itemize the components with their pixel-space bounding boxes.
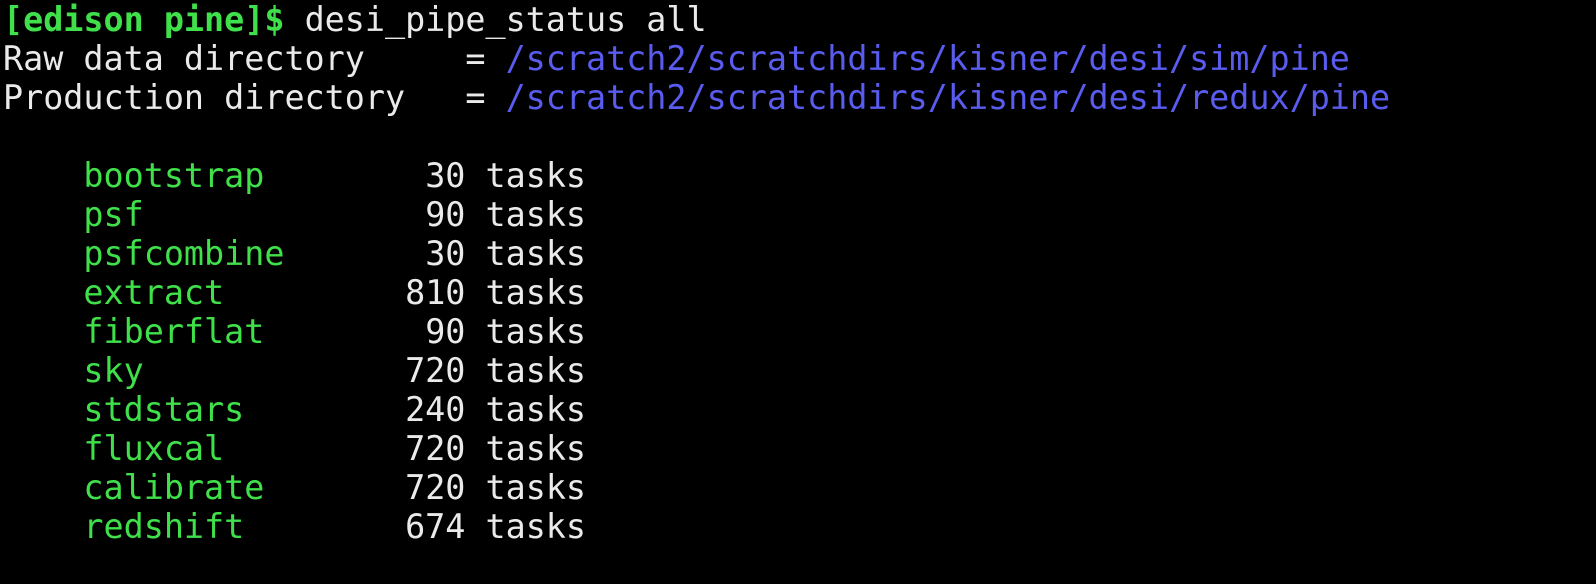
raw-dir-path: /scratch2/scratchdirs/kisner/desi/sim/pi… [505,39,1350,78]
stage-name: redshift [83,507,245,546]
stage-name: calibrate [83,468,265,507]
raw-dir-label: Raw data directory = [3,39,506,78]
stage-name: fluxcal [83,429,225,468]
stage-name: psf [83,195,144,234]
stage-list: bootstrap 30 tasks psf 90 tasks psfcombi… [3,156,1596,546]
prod-dir-path: /scratch2/scratchdirs/kisner/desi/redux/… [505,78,1391,117]
stage-name: stdstars [83,390,245,429]
stage-task-unit: tasks [485,390,587,429]
terminal-window[interactable]: [edison pine]$ desi_pipe_status all Raw … [0,0,1596,584]
stage-task-unit: tasks [485,507,587,546]
stage-task-unit: tasks [485,273,587,312]
stage-task-count: 30 [425,234,466,273]
shell-prompt: [edison pine]$ [3,0,285,39]
stage-row: sky 720 tasks [3,351,1596,390]
stage-name: extract [83,273,225,312]
command-line: [edison pine]$ desi_pipe_status all [3,0,1596,39]
stage-row: stdstars 240 tasks [3,390,1596,429]
stage-task-count: 90 [425,195,466,234]
prod-dir-line: Production directory = /scratch2/scratch… [3,78,1596,117]
stage-row: psfcombine 30 tasks [3,234,1596,273]
stage-task-count: 720 [405,351,466,390]
stage-task-count: 810 [405,273,466,312]
stage-task-unit: tasks [485,156,587,195]
stage-name: sky [83,351,144,390]
stage-task-unit: tasks [485,351,587,390]
stage-task-unit: tasks [485,312,587,351]
stage-row: fiberflat 90 tasks [3,312,1596,351]
command-text: desi_pipe_status all [304,0,707,39]
stage-row: extract 810 tasks [3,273,1596,312]
stage-row: calibrate 720 tasks [3,468,1596,507]
stage-name: psfcombine [83,234,285,273]
stage-task-count: 720 [405,429,466,468]
stage-task-count: 90 [425,312,466,351]
stage-task-unit: tasks [485,468,587,507]
stage-task-count: 674 [405,507,466,546]
stage-task-count: 720 [405,468,466,507]
stage-task-unit: tasks [485,429,587,468]
stage-task-count: 240 [405,390,466,429]
stage-task-unit: tasks [485,195,587,234]
stage-task-unit: tasks [485,234,587,273]
stage-row: redshift 674 tasks [3,507,1596,546]
prod-dir-label: Production directory = [3,78,506,117]
stage-task-count: 30 [425,156,466,195]
stage-row: bootstrap 30 tasks [3,156,1596,195]
stage-row: fluxcal 720 tasks [3,429,1596,468]
stage-name: bootstrap [83,156,265,195]
raw-dir-line: Raw data directory = /scratch2/scratchdi… [3,39,1596,78]
stage-name: fiberflat [83,312,265,351]
stage-row: psf 90 tasks [3,195,1596,234]
